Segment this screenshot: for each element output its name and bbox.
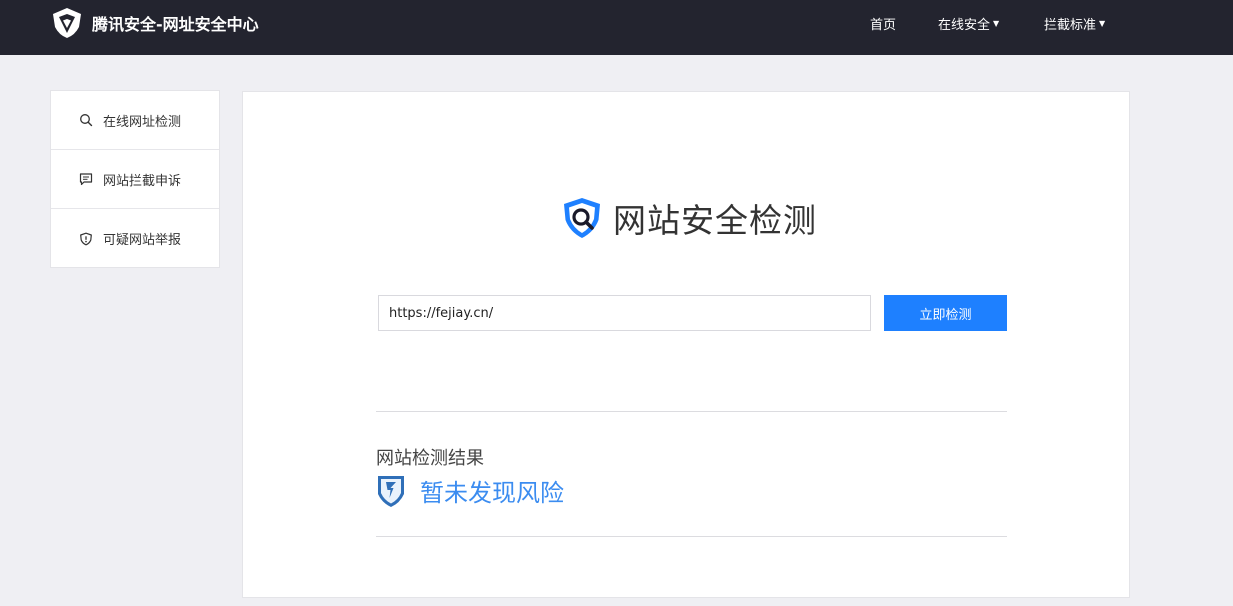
result-label: 网站检测结果 [376,448,484,469]
sidebar-item-label: 可疑网站举报 [103,233,182,248]
nav-online-security[interactable]: 在线安全 ▼ [938,14,999,33]
result-status: 暂未发现风险 [376,473,564,508]
message-icon [79,173,93,186]
sidebar-item-url-check[interactable]: 在线网址检测 [51,91,219,150]
sidebar-item-report[interactable]: 可疑网站举报 [51,209,219,268]
tencent-security-logo-icon [53,8,81,38]
nav-home-label: 首页 [870,18,897,33]
result-text: 暂未发现风险 [420,479,564,507]
nav-online-security-label: 在线安全 [938,18,991,33]
top-navigation-bar: 腾讯安全-网址安全中心 首页 在线安全 ▼ 拦截标准 ▼ [0,0,1233,55]
divider [376,411,1007,412]
nav-home[interactable]: 首页 [870,14,896,33]
shield-search-logo-icon [564,198,600,238]
search-icon [80,114,93,127]
page-title: 网站安全检测 [559,194,817,242]
safe-shield-icon [378,475,404,507]
sidebar-item-label: 在线网址检测 [103,114,182,130]
url-input[interactable] [378,295,871,331]
caret-down-icon: ▼ [1099,19,1106,28]
nav-block-standard-label: 拦截标准 [1044,18,1097,33]
main-card: 网站安全检测 立即检测 网站检测结果 暂未发现风险 [242,91,1130,598]
brand[interactable]: 腾讯安全-网址安全中心 [50,6,259,40]
page-title-text: 网站安全检测 [613,201,817,240]
sidebar-item-appeal[interactable]: 网站拦截申诉 [51,150,219,209]
detect-now-button[interactable]: 立即检测 [884,295,1007,331]
sidebar: 在线网址检测 网站拦截申诉 可疑网站举报 [50,90,220,268]
shield-alert-icon [80,232,92,245]
brand-title: 腾讯安全-网址安全中心 [92,15,259,34]
sidebar-item-label: 网站拦截申诉 [103,173,182,189]
caret-down-icon: ▼ [993,19,1000,28]
divider [376,536,1007,537]
nav-block-standard[interactable]: 拦截标准 ▼ [1044,14,1105,33]
